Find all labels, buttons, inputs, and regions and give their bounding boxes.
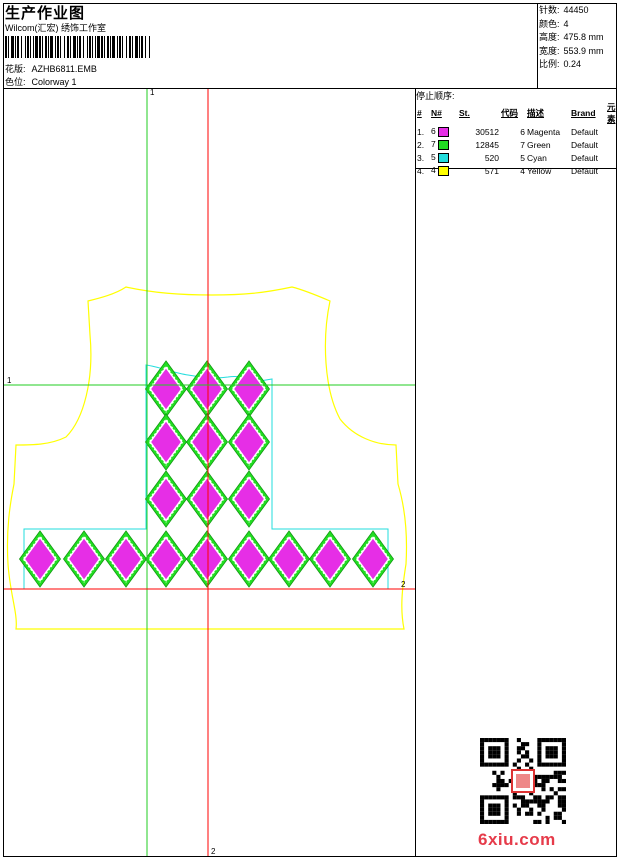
row-description: Magenta [527, 126, 561, 137]
row-code: 4 [520, 165, 525, 176]
row-code: 7 [520, 139, 525, 150]
row-description: Cyan [527, 152, 547, 163]
row-index: 1. [417, 126, 425, 137]
axis-label-left: 1 [7, 376, 12, 385]
col-needle: N# [431, 108, 442, 118]
stop-sequence-table: # N# St. 代码 描述 Brand 元素 1. 6 30512 6 Mag… [415, 101, 620, 177]
colorway-value: Colorway 1 [31, 77, 77, 87]
stats-panel: 针数: 44450 颜色: 4 高度: 475.8 mm 宽度: 553.9 mm 比例… [539, 4, 604, 72]
stat-label: 颜色: [539, 18, 560, 29]
row-needle: 7 [429, 138, 457, 151]
color-swatch [438, 165, 450, 176]
stats-divider [537, 3, 538, 89]
stat-stitches: 针数: 44450 [539, 4, 604, 18]
stat-colors: 颜色: 4 [539, 18, 604, 32]
table-row: 1. 6 30512 6 Magenta Default [415, 125, 620, 138]
diamond-pattern [18, 360, 395, 588]
company-name: Wilcom(汇宏) 绣饰工作室 [5, 23, 106, 33]
row-description: Green [527, 139, 551, 150]
design-canvas: 1 1 2 2 [4, 89, 415, 856]
row-brand: Default [571, 126, 598, 137]
axis-label-top: 1 [150, 89, 155, 97]
stat-width: 宽度: 553.9 mm [539, 45, 604, 59]
colorway-label: 色位: [5, 77, 26, 87]
row-brand: Default [571, 139, 598, 150]
stat-height: 高度: 475.8 mm [539, 31, 604, 45]
row-needle: 5 [429, 151, 457, 164]
row-stitches: 30512 [475, 126, 499, 137]
design-file: 花版: AZHB6811.EMB [5, 62, 97, 75]
col-code: 代码 [501, 108, 519, 118]
stat-scale: 比例: 0.24 [539, 58, 604, 72]
row-description: Yellow [527, 165, 552, 176]
stat-value: 475.8 mm [563, 32, 604, 42]
color-swatch [438, 139, 450, 150]
row-stitches: 12845 [475, 139, 499, 150]
color-swatch [438, 152, 450, 163]
row-index: 4. [417, 165, 425, 176]
barcode [5, 36, 150, 58]
panel-divider [415, 88, 416, 857]
stat-label: 比例: [539, 59, 560, 69]
stat-label: 高度: [539, 32, 560, 42]
watermark-logo: 6xiu.com [478, 830, 556, 849]
col-element: 元素 [607, 102, 616, 124]
axis-label-right: 2 [401, 580, 406, 589]
page-title: 生产作业图 [5, 5, 86, 22]
table-row: 2. 7 12845 7 Green Default [415, 138, 620, 151]
row-code: 5 [520, 152, 525, 163]
design-label: 花版: [5, 64, 26, 74]
row-code: 6 [520, 126, 525, 137]
stat-value: 0.24 [563, 59, 582, 69]
col-index: # [417, 108, 422, 118]
stat-value: 553.9 mm [563, 45, 604, 56]
color-swatch [438, 126, 450, 137]
colorway: 色位: Colorway 1 [5, 75, 77, 88]
table-header-row: # N# St. 代码 描述 Brand 元素 [415, 101, 620, 125]
row-stitches: 571 [484, 165, 499, 176]
row-brand: Default [571, 165, 598, 176]
row-stitches: 520 [484, 152, 499, 163]
stat-label: 宽度: [539, 45, 560, 56]
col-brand: Brand [571, 108, 596, 118]
col-stitches: St. [459, 108, 470, 118]
stat-value: 4 [563, 18, 569, 29]
table-row: 4. 4 571 4 Yellow Default [415, 164, 620, 177]
row-index: 3. [417, 152, 425, 163]
table-row: 3. 5 520 5 Cyan Default [415, 151, 620, 164]
row-index: 2. [417, 139, 425, 150]
col-description: 描述 [527, 108, 545, 118]
row-needle: 6 [429, 125, 457, 138]
seal-stamp [511, 769, 535, 793]
axis-label-bottom: 2 [211, 847, 216, 856]
stat-label: 针数: [539, 5, 560, 15]
stat-value: 44450 [563, 5, 589, 15]
design-value: AZHB6811.EMB [31, 64, 97, 74]
row-needle: 4 [429, 164, 457, 177]
row-brand: Default [571, 152, 598, 163]
